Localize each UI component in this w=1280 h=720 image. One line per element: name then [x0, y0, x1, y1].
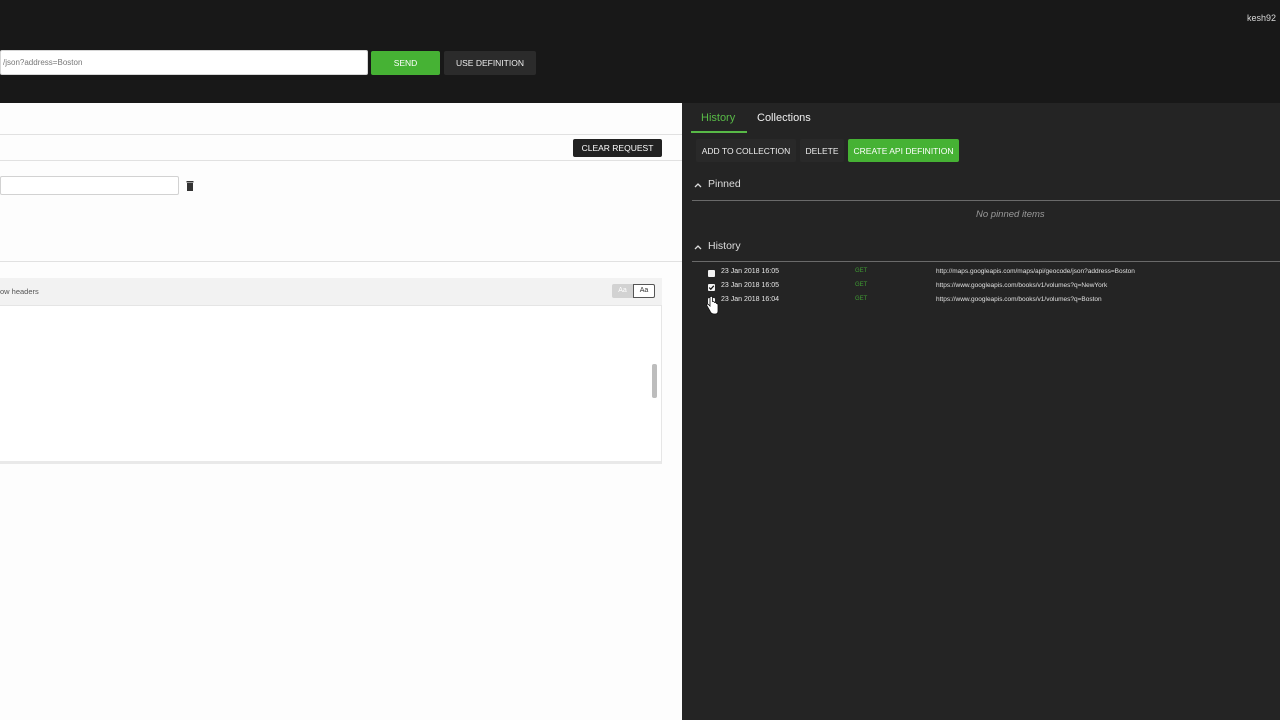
trash-icon[interactable] [186, 181, 194, 191]
history-section-title[interactable]: History [708, 240, 741, 252]
history-date: 23 Jan 2018 16:05 [721, 282, 779, 289]
top-bar: kesh92 SEND USE DEFINITION [0, 0, 1280, 103]
divider [0, 261, 682, 262]
case-toggle-off[interactable]: Aa [612, 284, 633, 298]
response-body[interactable] [0, 306, 662, 464]
chevron-up-icon[interactable] [694, 244, 702, 250]
active-tab-indicator [691, 131, 747, 133]
send-button[interactable]: SEND [371, 51, 440, 75]
row-checkbox[interactable] [708, 284, 715, 291]
divider [0, 134, 682, 135]
divider [0, 160, 682, 161]
chevron-up-icon[interactable] [694, 182, 702, 188]
history-method: GET [855, 268, 868, 274]
pinned-section-title[interactable]: Pinned [708, 178, 741, 190]
divider [692, 200, 1280, 201]
show-headers-toggle[interactable]: ow headers [0, 287, 39, 296]
request-url-input[interactable] [0, 50, 368, 75]
history-method: GET [855, 296, 868, 302]
clear-request-button[interactable]: CLEAR REQUEST [573, 139, 662, 157]
history-url[interactable]: https://www.googleapis.com/books/v1/volu… [936, 282, 1107, 289]
history-url[interactable]: http://maps.googleapis.com/maps/api/geoc… [936, 268, 1135, 275]
headers-bar: ow headers Aa Aa [0, 278, 662, 306]
create-api-definition-button[interactable]: CREATE API DEFINITION [848, 139, 959, 162]
history-method: GET [855, 282, 868, 288]
delete-button[interactable]: DELETE [800, 139, 844, 162]
history-date: 23 Jan 2018 16:05 [721, 268, 779, 275]
scrollbar-thumb[interactable] [652, 364, 657, 398]
param-input[interactable] [0, 176, 179, 195]
add-to-collection-button[interactable]: ADD TO COLLECTION [696, 139, 796, 162]
app-window: kesh92 SEND USE DEFINITION CLEAR REQUEST… [0, 0, 1280, 720]
history-row[interactable]: 23 Jan 2018 16:04 GET https://www.google… [682, 296, 1280, 310]
case-toggle-on[interactable]: Aa [633, 284, 655, 298]
divider [692, 261, 1280, 262]
tab-history[interactable]: History [701, 112, 735, 124]
check-icon [708, 285, 715, 291]
hand-cursor-icon [706, 296, 719, 315]
history-row[interactable]: 23 Jan 2018 16:05 GET https://www.google… [682, 282, 1280, 296]
history-date: 23 Jan 2018 16:04 [721, 296, 779, 303]
username[interactable]: kesh92 [1247, 13, 1276, 23]
history-row[interactable]: 23 Jan 2018 16:05 GET http://maps.google… [682, 268, 1280, 282]
use-definition-button[interactable]: USE DEFINITION [444, 51, 536, 75]
row-checkbox[interactable] [708, 270, 715, 277]
request-panel: CLEAR REQUEST ow headers Aa Aa [0, 103, 682, 720]
history-url[interactable]: https://www.googleapis.com/books/v1/volu… [936, 296, 1102, 303]
no-pinned-message: No pinned items [976, 209, 1045, 220]
history-sidebar: History Collections ADD TO COLLECTION DE… [682, 103, 1280, 720]
tab-collections[interactable]: Collections [757, 112, 811, 124]
